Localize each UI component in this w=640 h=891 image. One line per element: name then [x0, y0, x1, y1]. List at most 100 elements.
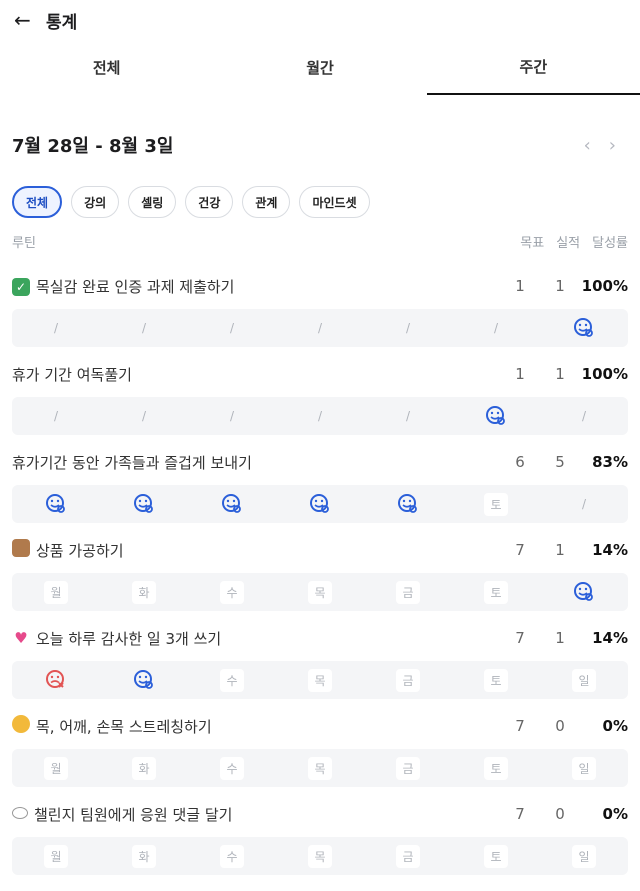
routine-item[interactable]: 챌린지 팀원에게 응원 댓글 달기 7 0 0% 월 화 수 목 금 토 일 [0, 791, 640, 875]
success-face-icon [540, 317, 628, 339]
routine-item[interactable]: 휴가기간 동안 가족들과 즐겁게 보내기 6 5 83% 토 / [0, 439, 640, 523]
day-label: 수 [188, 844, 276, 868]
routine-goal: 1 [515, 365, 525, 383]
routine-name: 오늘 하루 감사한 일 3개 쓰기 [36, 629, 222, 648]
day-label: 화 [100, 580, 188, 604]
day-label: 토 [452, 492, 540, 516]
day-label-text: 목 [308, 756, 332, 780]
success-face-icon [100, 493, 188, 515]
day-label-text: 목 [308, 668, 332, 692]
routine-actual: 1 [555, 277, 565, 295]
rate-header: 달성률 [592, 235, 628, 251]
routine-rate: 14% [592, 629, 628, 647]
filter-relation[interactable]: 관계 [242, 186, 291, 218]
tab-all[interactable]: 전체 [0, 40, 213, 95]
day-empty: / [141, 321, 147, 335]
day-label-text: 토 [484, 756, 508, 780]
success-face-icon [540, 581, 628, 603]
routine-actual: 1 [555, 629, 565, 647]
routine-item[interactable]: ✓ 목실감 완료 인증 과제 제출하기 1 1 100% / / / / / / [0, 263, 640, 347]
routine-goal: 7 [515, 805, 525, 823]
day-label: 금 [364, 668, 452, 692]
day-label: 목 [276, 580, 364, 604]
routine-item[interactable]: 상품 가공하기 7 1 14% 월 화 수 목 금 토 [0, 527, 640, 611]
routine-header: 루틴 [12, 235, 36, 251]
day-label: 일 [540, 844, 628, 868]
day-label-text: 토 [484, 844, 508, 868]
day-label-text: 월 [44, 844, 68, 868]
day-label: 금 [364, 756, 452, 780]
day-label-text: 목 [308, 580, 332, 604]
routine-actual: 0 [555, 805, 565, 823]
day-empty: / [581, 409, 587, 423]
routine-rate: 100% [581, 277, 628, 295]
routine-list: ✓ 목실감 완료 인증 과제 제출하기 1 1 100% / / / / / / 휴가 기간 여독풀기… [0, 263, 640, 879]
day-label: 목 [276, 844, 364, 868]
routine-name: 상품 가공하기 [36, 541, 124, 560]
day-empty: / [493, 321, 499, 335]
day-label-text: 금 [396, 844, 420, 868]
routine-rate: 83% [592, 453, 628, 471]
day-strip: 토 / [12, 485, 628, 523]
day-label-text: 금 [396, 756, 420, 780]
routine-name: 휴가기간 동안 가족들과 즐겁게 보내기 [12, 453, 252, 472]
filter-selling[interactable]: 셀링 [128, 186, 177, 218]
day-label: 수 [188, 668, 276, 692]
routine-item[interactable]: 휴가 기간 여독풀기 1 1 100% / / / / / / [0, 351, 640, 435]
routine-goal: 7 [515, 541, 525, 559]
heart-icon: ♥ [14, 629, 28, 647]
routine-name: 목실감 완료 인증 과제 제출하기 [36, 277, 235, 296]
day-label: 금 [364, 844, 452, 868]
muscle-icon [12, 715, 30, 737]
day-empty: / [53, 321, 59, 335]
day-label-text: 수 [220, 756, 244, 780]
day-label: 월 [12, 844, 100, 868]
row-gap [0, 875, 640, 879]
filter-health[interactable]: 건강 [185, 186, 234, 218]
day-label-text: 금 [396, 668, 420, 692]
day-label: 목 [276, 756, 364, 780]
day-label-text: 월 [44, 756, 68, 780]
filter-lecture[interactable]: 강의 [71, 186, 120, 218]
day-label: 수 [188, 756, 276, 780]
tab-monthly[interactable]: 월간 [213, 40, 426, 95]
routine-item[interactable]: 목, 어깨, 손목 스트레칭하기 7 0 0% 월 화 수 목 금 토 일 [0, 703, 640, 787]
next-week-icon[interactable]: › [609, 135, 616, 156]
day-strip: 월화수목금토일 [12, 837, 628, 875]
day-label: 화 [100, 756, 188, 780]
filter-mindset[interactable]: 마인드셋 [299, 186, 370, 218]
day-empty: / [229, 409, 235, 423]
routine-item[interactable]: ♥ 오늘 하루 감사한 일 3개 쓰기 7 1 14% 수 목 금 토 일 [0, 615, 640, 699]
day-label-text: 수 [220, 668, 244, 692]
prev-week-icon[interactable]: ‹ [584, 135, 591, 156]
day-label-text: 일 [572, 844, 596, 868]
filter-chips: 전체 강의 셀링 건강 관계 마인드셋 [0, 185, 640, 219]
tab-bar: 전체 월간 주간 [0, 40, 640, 95]
success-face-icon [12, 493, 100, 515]
day-label-text: 일 [572, 668, 596, 692]
day-label: 토 [452, 756, 540, 780]
package-icon [12, 539, 30, 561]
routine-rate: 0% [602, 805, 628, 823]
day-label-text: 수 [220, 844, 244, 868]
day-empty: / [229, 321, 235, 335]
day-strip: / / / / / / [12, 397, 628, 435]
day-label: 월 [12, 756, 100, 780]
day-label-text: 월 [44, 580, 68, 604]
filter-all[interactable]: 전체 [12, 186, 63, 218]
day-empty: / [405, 409, 411, 423]
day-strip: 수목금토일 [12, 661, 628, 699]
day-label-text: 화 [132, 756, 156, 780]
routine-goal: 7 [515, 717, 525, 735]
day-label: 토 [452, 668, 540, 692]
routine-rate: 0% [602, 717, 628, 735]
tab-weekly[interactable]: 주간 [426, 40, 640, 95]
day-label-text: 목 [308, 844, 332, 868]
date-range: 7월 28일 - 8월 3일 [12, 136, 174, 157]
routine-rate: 14% [592, 541, 628, 559]
success-face-icon [100, 669, 188, 691]
day-label-text: 토 [484, 492, 508, 516]
day-label: 일 [540, 668, 628, 692]
back-arrow-icon[interactable]: ← [14, 8, 40, 32]
day-label: 금 [364, 580, 452, 604]
